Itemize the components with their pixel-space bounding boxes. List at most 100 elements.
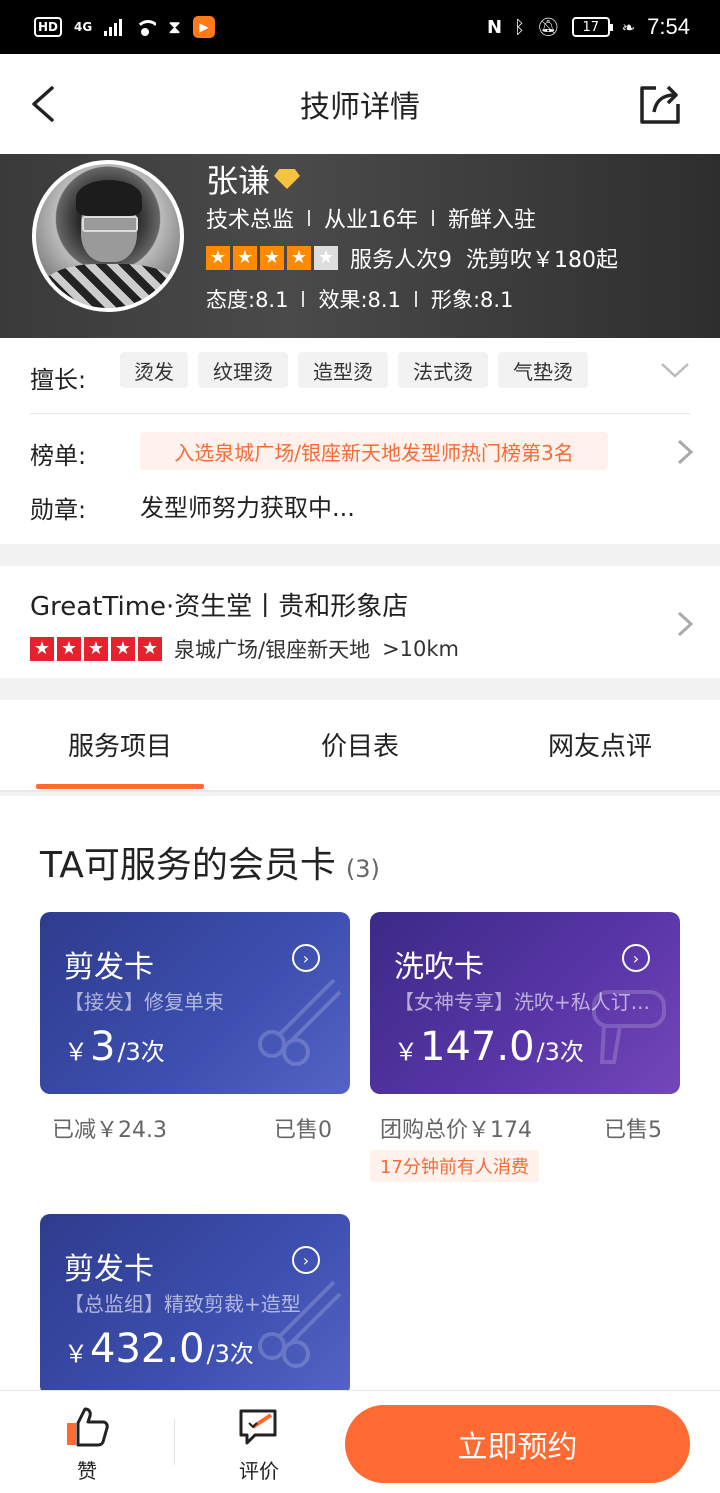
tab-services[interactable]: 服务项目	[0, 726, 240, 763]
medal-label: 勋章:	[30, 496, 87, 524]
arrow-right-circle-icon: ›	[292, 1246, 320, 1274]
store-star-rating	[30, 637, 162, 661]
price-value: 3	[90, 1024, 116, 1070]
arrow-right-circle-icon: ›	[622, 944, 650, 972]
chevron-down-icon[interactable]	[660, 360, 690, 380]
ranking-badge[interactable]: 入选泉城广场/银座新天地发型师热门榜第3名	[140, 432, 608, 470]
star-icon	[260, 246, 284, 270]
score-image: 形象:8.1	[430, 288, 514, 312]
specialty-tag: 造型烫	[298, 352, 388, 388]
membership-card[interactable]: 剪发卡 › 【总监组】精致剪裁+造型 ￥ 432.0 /3次	[40, 1214, 350, 1390]
join-status: 新鲜入驻	[448, 208, 537, 233]
store-name: GreatTime·资生堂丨贵和形象店	[30, 592, 409, 622]
price-value: 147.0	[420, 1024, 535, 1070]
review-button[interactable]: 评价	[214, 1405, 304, 1484]
card-price: ￥ 432.0 /3次	[64, 1326, 254, 1372]
battery-level: 17	[582, 19, 600, 35]
membership-card[interactable]: 洗吹卡 › 【女神专享】洗吹+私人订... ￥ 147.0 /3次	[370, 912, 680, 1094]
nfc-icon: N	[487, 16, 503, 38]
review-label: 评价	[239, 1459, 279, 1483]
star-icon	[84, 637, 108, 661]
section-title-text: TA可服务的会员卡	[40, 845, 336, 886]
star-rating	[206, 246, 338, 270]
divider	[174, 1419, 175, 1465]
mute-icon: 🔕︎	[536, 16, 560, 38]
card-group-price: 团购总价￥174	[380, 1118, 532, 1143]
book-now-button[interactable]: 立即预约	[345, 1405, 690, 1483]
share-icon[interactable]	[638, 82, 682, 126]
score-attitude: 态度:8.1	[206, 288, 289, 312]
tab-bar: 服务项目 价目表 网友点评	[0, 700, 720, 792]
specialty-tag: 烫发	[120, 352, 188, 388]
review-icon	[239, 1409, 277, 1445]
card-subtitle: 【总监组】精致剪裁+造型	[64, 1292, 301, 1316]
price-value: 432.0	[90, 1326, 205, 1372]
star-icon	[57, 637, 81, 661]
star-icon	[233, 246, 257, 270]
ranking-label: 榜单:	[30, 442, 87, 470]
bottom-action-bar: 赞 评价 立即预约	[0, 1390, 720, 1493]
tab-indicator	[36, 784, 204, 789]
wifi-icon	[134, 18, 157, 36]
currency: ￥	[64, 1340, 88, 1368]
service-content: TA可服务的会员卡 (3) 剪发卡 › 【接发】修复单束 ￥ 3 /3次 已减￥…	[0, 796, 720, 1390]
card-sold: 已售0	[274, 1118, 332, 1143]
card-sold: 已售5	[604, 1118, 662, 1143]
leaf-icon: ❧	[621, 17, 636, 37]
card-title: 剪发卡	[64, 950, 154, 985]
divider	[30, 413, 690, 414]
card-discount: 已减￥24.3	[52, 1118, 167, 1143]
service-count: 服务人次9	[350, 248, 452, 273]
star-icon	[287, 246, 311, 270]
price-unit: /3次	[536, 1038, 584, 1066]
card-title: 洗吹卡	[394, 950, 484, 985]
star-icon	[206, 246, 230, 270]
like-label: 赞	[77, 1459, 97, 1483]
chevron-right-icon[interactable]	[676, 438, 694, 466]
section-title: TA可服务的会员卡 (3)	[40, 836, 380, 888]
bluetooth-icon: ᛒ	[514, 16, 525, 38]
network-type: 4G	[74, 20, 93, 34]
technician-rating: 服务人次9 洗剪吹￥180起	[206, 242, 618, 274]
price-unit: /3次	[206, 1340, 254, 1368]
store-info: 泉城广场/银座新天地 >10km	[30, 634, 459, 664]
technician-meta: 技术总监 从业16年 新鲜入驻	[206, 202, 536, 234]
technician-info: 擅长: 烫发 纹理烫 造型烫 法式烫 气垫烫 榜单: 入选泉城广场/银座新天地发…	[0, 338, 720, 544]
card-price: ￥ 3 /3次	[64, 1024, 165, 1070]
store-card[interactable]: GreatTime·资生堂丨贵和形象店 泉城广场/银座新天地 >10km	[0, 566, 720, 678]
video-icon: ▶	[192, 16, 215, 38]
diamond-icon	[274, 169, 301, 189]
technician-name: 张谦	[206, 162, 271, 200]
thumbs-up-icon	[67, 1407, 109, 1447]
hourglass-icon: ⧗	[168, 16, 181, 38]
specialty-tag: 法式烫	[398, 352, 488, 388]
like-button[interactable]: 赞	[42, 1405, 132, 1484]
technician-name-row: 张谦	[206, 156, 301, 202]
tab-price-list[interactable]: 价目表	[240, 726, 480, 763]
nav-bar: 技师详情	[0, 54, 720, 154]
score-effect: 效果:8.1	[318, 288, 401, 312]
star-empty-icon	[314, 246, 338, 270]
status-time: 7:54	[647, 14, 690, 39]
membership-card[interactable]: 剪发卡 › 【接发】修复单束 ￥ 3 /3次	[40, 912, 350, 1094]
back-icon[interactable]	[26, 84, 66, 124]
signal-icon	[104, 18, 123, 36]
specialty-tag: 气垫烫	[498, 352, 588, 388]
experience: 从业16年	[324, 208, 419, 233]
star-icon	[111, 637, 135, 661]
currency: ￥	[64, 1038, 88, 1066]
position: 技术总监	[206, 208, 295, 233]
price-unit: /3次	[117, 1038, 165, 1066]
currency: ￥	[394, 1038, 418, 1066]
star-icon	[138, 637, 162, 661]
chevron-right-icon[interactable]	[676, 610, 694, 638]
store-distance: >10km	[382, 637, 460, 661]
card-price: ￥ 147.0 /3次	[394, 1024, 584, 1070]
battery-icon: 17	[571, 17, 613, 37]
tab-reviews[interactable]: 网友点评	[480, 726, 720, 763]
medal-text: 发型师努力获取中...	[140, 494, 355, 522]
avatar	[32, 160, 184, 312]
technician-profile: 张谦 技术总监 从业16年 新鲜入驻 服务人次9 洗剪吹￥180起 态度:8.1…	[0, 154, 720, 338]
price-from: 洗剪吹￥180起	[466, 248, 618, 273]
card-subtitle: 【女神专享】洗吹+私人订...	[394, 990, 650, 1014]
